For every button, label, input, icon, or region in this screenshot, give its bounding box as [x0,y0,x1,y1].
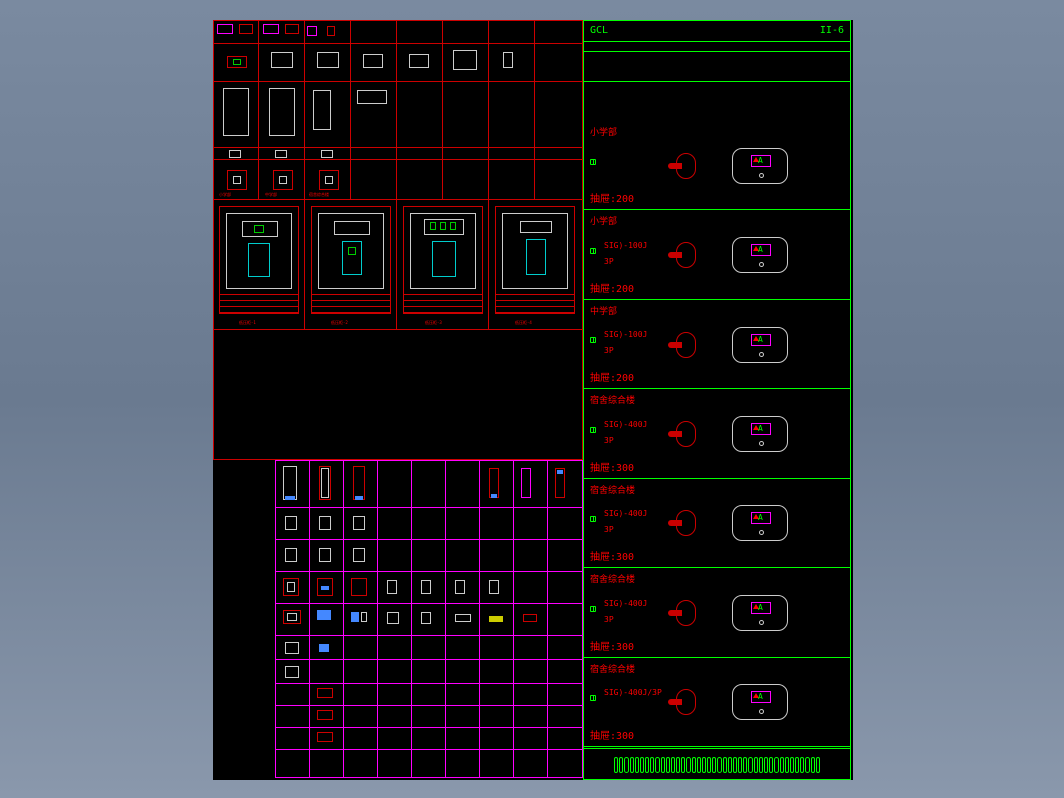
handle-icon[interactable] [668,417,702,451]
drawer-row[interactable]: 小学部 SIG)-100J 3P 抽屉:200 A [584,210,850,299]
indicator-icon [590,248,596,254]
drawer-row[interactable]: 小学部抽屉:200 A [584,121,850,210]
handle-icon[interactable] [668,328,702,362]
handle-icon[interactable] [668,506,702,540]
component-grid [275,460,583,778]
row-title: 宿舍综合楼 [590,662,635,675]
drawer-row[interactable]: 宿舍综合楼 SIG)-400J 3P 抽屉:300 A [584,479,850,568]
row-title: 小学部 [590,125,617,138]
row-title: 宿舍综合楼 [590,393,635,406]
drawing-sheet-3[interactable] [403,206,483,314]
drawer-row[interactable]: 中学部 SIG)-100J 3P 抽屉:200 A [584,300,850,389]
row-title: 宿舍综合楼 [590,572,635,585]
drawer-size: 抽屉:200 [590,190,634,205]
breaker-model: SIG)-100J [604,241,647,250]
breaker-model: SIG)-400J [604,509,647,518]
breaker-poles: 3P [604,257,614,266]
row-title: 中学部 [590,304,617,317]
indicator-icon [590,695,596,701]
breaker-model: SIG)-400J [604,420,647,429]
handle-icon[interactable] [668,238,702,272]
indicator-icon [590,516,596,522]
grid-caption-1: 小学部 [219,192,231,198]
indicator-icon [590,337,596,343]
panel-code: GCL [590,25,608,36]
breaker-poles: 3P [604,346,614,355]
handle-icon[interactable] [668,685,702,719]
breaker-model: SIG)-400J/3P [604,688,662,697]
ammeter: A [732,237,788,273]
handle-icon[interactable] [668,149,702,183]
breaker-poles: 3P [604,525,614,534]
drawing-sheet-1[interactable] [219,206,299,314]
drawer-size: 抽屉:300 [590,638,634,653]
indicator-icon [590,606,596,612]
drawing-sheet-2[interactable] [311,206,391,314]
cabinet-panel: GCL II-6 小学部抽屉:200A小学部SIG)-100J3P抽屉:200A… [583,20,851,780]
drawer-size: 抽屉:200 [590,369,634,384]
row-title: 宿舍综合楼 [590,483,635,496]
drawer-size: 抽屉:200 [590,280,634,295]
breaker-model: SIG)-100J [604,330,647,339]
drawer-row[interactable]: 宿舍综合楼 SIG)-400J/3P 抽屉:300 A [584,658,850,747]
breaker-poles: 3P [604,615,614,624]
drawer-size: 抽屉:300 [590,459,634,474]
ammeter: A [732,416,788,452]
panel-number: II-6 [820,25,844,36]
drawing-caption-2: 低压柜-2 [331,320,348,326]
thumbnail-grid: 小学部 中学部 宿舍综合楼 低压柜-1 低压柜-2 [213,20,583,460]
indicator-icon [590,159,596,165]
indicator-icon [590,427,596,433]
ammeter: A [732,505,788,541]
drawing-sheet-4[interactable] [495,206,575,314]
handle-icon[interactable] [668,596,702,630]
ammeter: A [732,684,788,720]
ammeter: A [732,148,788,184]
drawer-size: 抽屉:300 [590,548,634,563]
cad-canvas[interactable]: 小学部 中学部 宿舍综合楼 低压柜-1 低压柜-2 [213,20,853,780]
drawing-caption-1: 低压柜-1 [239,320,256,326]
breaker-model: SIG)-400J [604,599,647,608]
vent-grille [614,757,820,773]
ammeter: A [732,595,788,631]
grid-caption-3: 宿舍综合楼 [309,192,329,198]
drawing-caption-3: 低压柜-3 [425,320,442,326]
grid-caption-2: 中学部 [265,192,277,198]
panel-header: GCL II-6 [584,21,850,41]
drawer-size: 抽屉:300 [590,727,634,742]
drawer-row[interactable]: 宿舍综合楼 SIG)-400J 3P 抽屉:300 A [584,568,850,657]
ammeter: A [732,327,788,363]
drawer-row[interactable]: 宿舍综合楼 SIG)-400J 3P 抽屉:300 A [584,389,850,478]
breaker-poles: 3P [604,436,614,445]
drawing-caption-4: 低压柜-4 [515,320,532,326]
row-title: 小学部 [590,214,617,227]
